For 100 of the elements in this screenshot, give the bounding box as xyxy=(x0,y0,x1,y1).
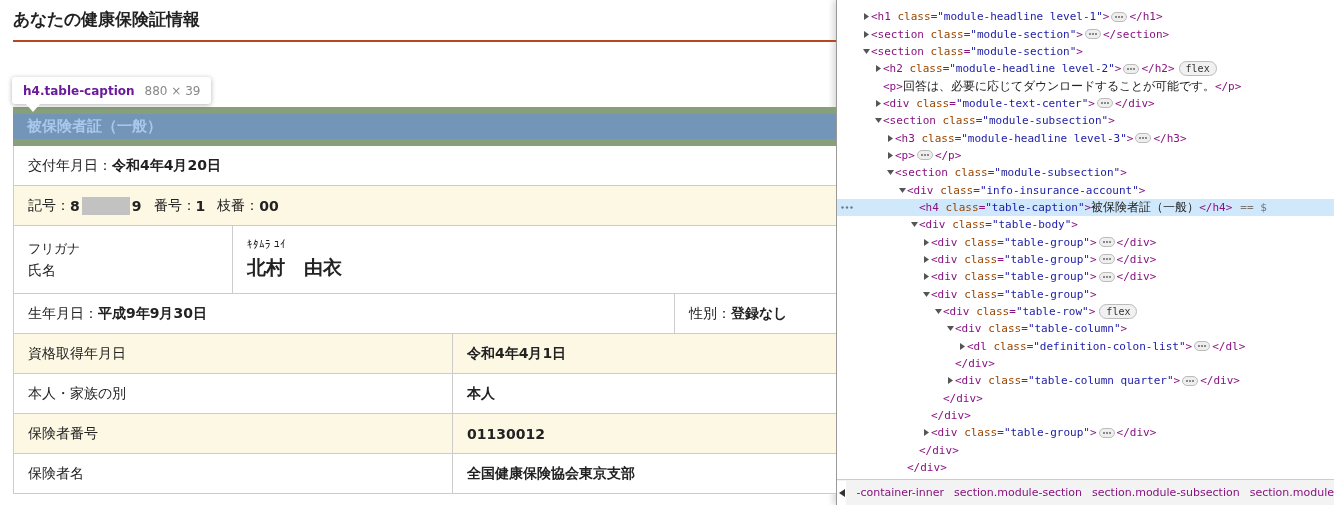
console-reference: == $ xyxy=(1240,200,1267,214)
field-value: 本人 xyxy=(467,384,495,403)
breadcrumb-item[interactable]: section.module xyxy=(1249,486,1334,499)
dom-close-tag: </h2> xyxy=(1141,62,1175,76)
dom-node-text[interactable]: <h4 class="table-caption">被保険者証（一般）</h4> xyxy=(919,198,1233,216)
caret-right-icon[interactable] xyxy=(862,13,870,21)
field-text: 性別：登録なし xyxy=(689,304,787,323)
field-value: 令和4年4月1日 xyxy=(467,344,567,363)
caret-down-icon[interactable] xyxy=(910,221,918,229)
tooltip-size: 880 × 39 xyxy=(144,83,201,98)
ellipsis-icon[interactable] xyxy=(1084,29,1101,39)
field-label: 番号： xyxy=(153,196,196,215)
dom-open-tag[interactable]: <h1 class="module-headline level-1"> xyxy=(871,10,1110,24)
field-label: 氏名 xyxy=(28,261,57,280)
dom-open-tag[interactable]: <div class="table-group"> xyxy=(931,235,1097,249)
dom-close-tag: </div> xyxy=(1116,253,1157,266)
dom-open-tag[interactable]: <div class="table-group"> xyxy=(931,253,1097,266)
caret-right-icon[interactable] xyxy=(958,342,966,350)
layout-badge[interactable]: flex xyxy=(1099,304,1138,319)
field-label: フリガナ xyxy=(28,239,80,258)
dom-close-tag: </div> xyxy=(1116,235,1157,249)
dom-open-tag[interactable]: <section class="module-section"> xyxy=(871,44,1083,58)
caret-down-icon[interactable] xyxy=(886,169,894,177)
dom-close-tag: </div> xyxy=(907,461,947,475)
dom-close-tag: </div> xyxy=(1116,426,1157,440)
field-value: 全国健康保険協会東京支部 xyxy=(467,464,635,483)
caret-down-icon[interactable] xyxy=(946,325,954,333)
dom-open-tag[interactable]: <div class="module-text-center"> xyxy=(883,96,1095,110)
ellipsis-icon[interactable] xyxy=(1194,341,1211,352)
dom-close-tag: </h3> xyxy=(1153,131,1187,145)
name-text: 北村 由衣 xyxy=(247,255,342,280)
ellipsis-icon[interactable] xyxy=(1182,375,1199,386)
ellipsis-icon[interactable] xyxy=(1111,11,1128,22)
ellipsis-icon[interactable] xyxy=(1135,133,1152,144)
dom-open-tag[interactable]: <dl class="definition-colon-list"> xyxy=(967,339,1193,353)
dom-close-tag: </div> xyxy=(943,391,983,405)
field-value: 8 xyxy=(70,197,80,214)
dom-close-tag: </p> xyxy=(934,148,962,162)
ellipsis-icon[interactable] xyxy=(1098,237,1115,248)
dom-open-tag[interactable]: <p> xyxy=(895,148,915,162)
dom-open-tag[interactable]: <div class="table-group"> xyxy=(931,287,1097,301)
ellipsis-icon[interactable] xyxy=(916,150,933,161)
dom-close-tag: </h1> xyxy=(1129,10,1163,24)
ellipsis-icon[interactable] xyxy=(1098,271,1115,282)
breadcrumb-item[interactable]: -container-inner xyxy=(856,486,945,499)
field-value: 1 xyxy=(195,197,206,214)
caret-right-icon[interactable] xyxy=(874,99,882,107)
layout-badge[interactable]: flex xyxy=(1178,61,1217,77)
caret-down-icon[interactable] xyxy=(862,47,870,55)
caret-down-icon[interactable] xyxy=(922,290,930,298)
ellipsis-icon[interactable] xyxy=(1098,427,1115,438)
caret-right-icon[interactable] xyxy=(886,134,894,142)
caret-right-icon[interactable] xyxy=(922,429,930,437)
field-label: 枝番： xyxy=(217,196,260,215)
dom-open-tag[interactable]: <section class="module-subsection"> xyxy=(883,114,1115,128)
caret-right-icon[interactable] xyxy=(922,256,930,263)
caret-left-icon xyxy=(838,488,845,497)
ellipsis-icon[interactable] xyxy=(1096,98,1113,109)
ellipsis-icon[interactable] xyxy=(1098,254,1115,265)
dom-close-tag: </dl> xyxy=(1212,339,1246,353)
scroll-left-button[interactable] xyxy=(837,480,847,505)
caret-right-icon[interactable] xyxy=(922,238,930,246)
caret-right-icon[interactable] xyxy=(886,151,894,159)
caret-down-icon[interactable] xyxy=(934,308,942,315)
field-text: 生年月日：平成9年9月30日 xyxy=(28,304,207,323)
dom-open-tag[interactable]: <h3 class="module-headline level-3"> xyxy=(895,131,1134,145)
dom-close-tag: </div> xyxy=(931,409,971,423)
dom-open-tag[interactable]: <div class="table-column"> xyxy=(955,322,1128,336)
field-value: 01130012 xyxy=(467,425,545,442)
caret-right-icon[interactable] xyxy=(874,65,882,73)
more-icon[interactable] xyxy=(841,205,853,209)
dom-close-tag: </div> xyxy=(1116,270,1157,284)
dom-close-tag: </div> xyxy=(919,443,959,457)
breadcrumb-item[interactable]: section.module-section xyxy=(954,486,1083,499)
dom-close-tag: </div> xyxy=(955,357,995,371)
dom-node-text[interactable]: <p>回答は、必要に応じてダウンロードすることが可能です。</p> xyxy=(883,77,1242,95)
field-value: 00 xyxy=(259,197,279,214)
dom-open-tag[interactable]: <div class="table-group"> xyxy=(931,270,1097,284)
dom-open-tag[interactable]: <section class="module-subsection"> xyxy=(895,166,1127,180)
caret-down-icon[interactable] xyxy=(898,186,906,194)
caret-down-icon[interactable] xyxy=(874,117,882,125)
dom-open-tag[interactable]: <div class="table-group"> xyxy=(931,426,1097,440)
field-label: 資格取得年月日 xyxy=(28,344,126,363)
page-title: あなたの健康保険証情報 xyxy=(13,0,836,42)
dom-open-tag[interactable]: <div class="table-body"> xyxy=(919,218,1078,232)
dom-open-tag[interactable]: <div class="info-insurance-account"> xyxy=(907,183,1146,197)
tooltip-selector: h4.table-caption xyxy=(23,83,135,98)
dom-open-tag[interactable]: <div class="table-row"> xyxy=(943,305,1096,318)
breadcrumb-item[interactable]: section.module-subsection xyxy=(1092,486,1240,499)
field-text: 交付年月日：令和4年4月20日 xyxy=(28,156,221,175)
caret-right-icon[interactable] xyxy=(862,30,870,38)
dom-open-tag[interactable]: <section class="module-section"> xyxy=(871,27,1083,41)
ellipsis-icon[interactable] xyxy=(1123,63,1140,74)
caret-right-icon[interactable] xyxy=(922,273,930,281)
dom-open-tag[interactable]: <h2 class="module-headline level-2"> xyxy=(883,62,1122,76)
field-label: 本人・家族の別 xyxy=(28,384,126,403)
dom-close-tag: </div> xyxy=(1200,374,1240,388)
caret-right-icon[interactable] xyxy=(946,377,954,385)
dom-close-tag: </section> xyxy=(1102,27,1170,41)
dom-open-tag[interactable]: <div class="table-column quarter"> xyxy=(955,374,1181,388)
